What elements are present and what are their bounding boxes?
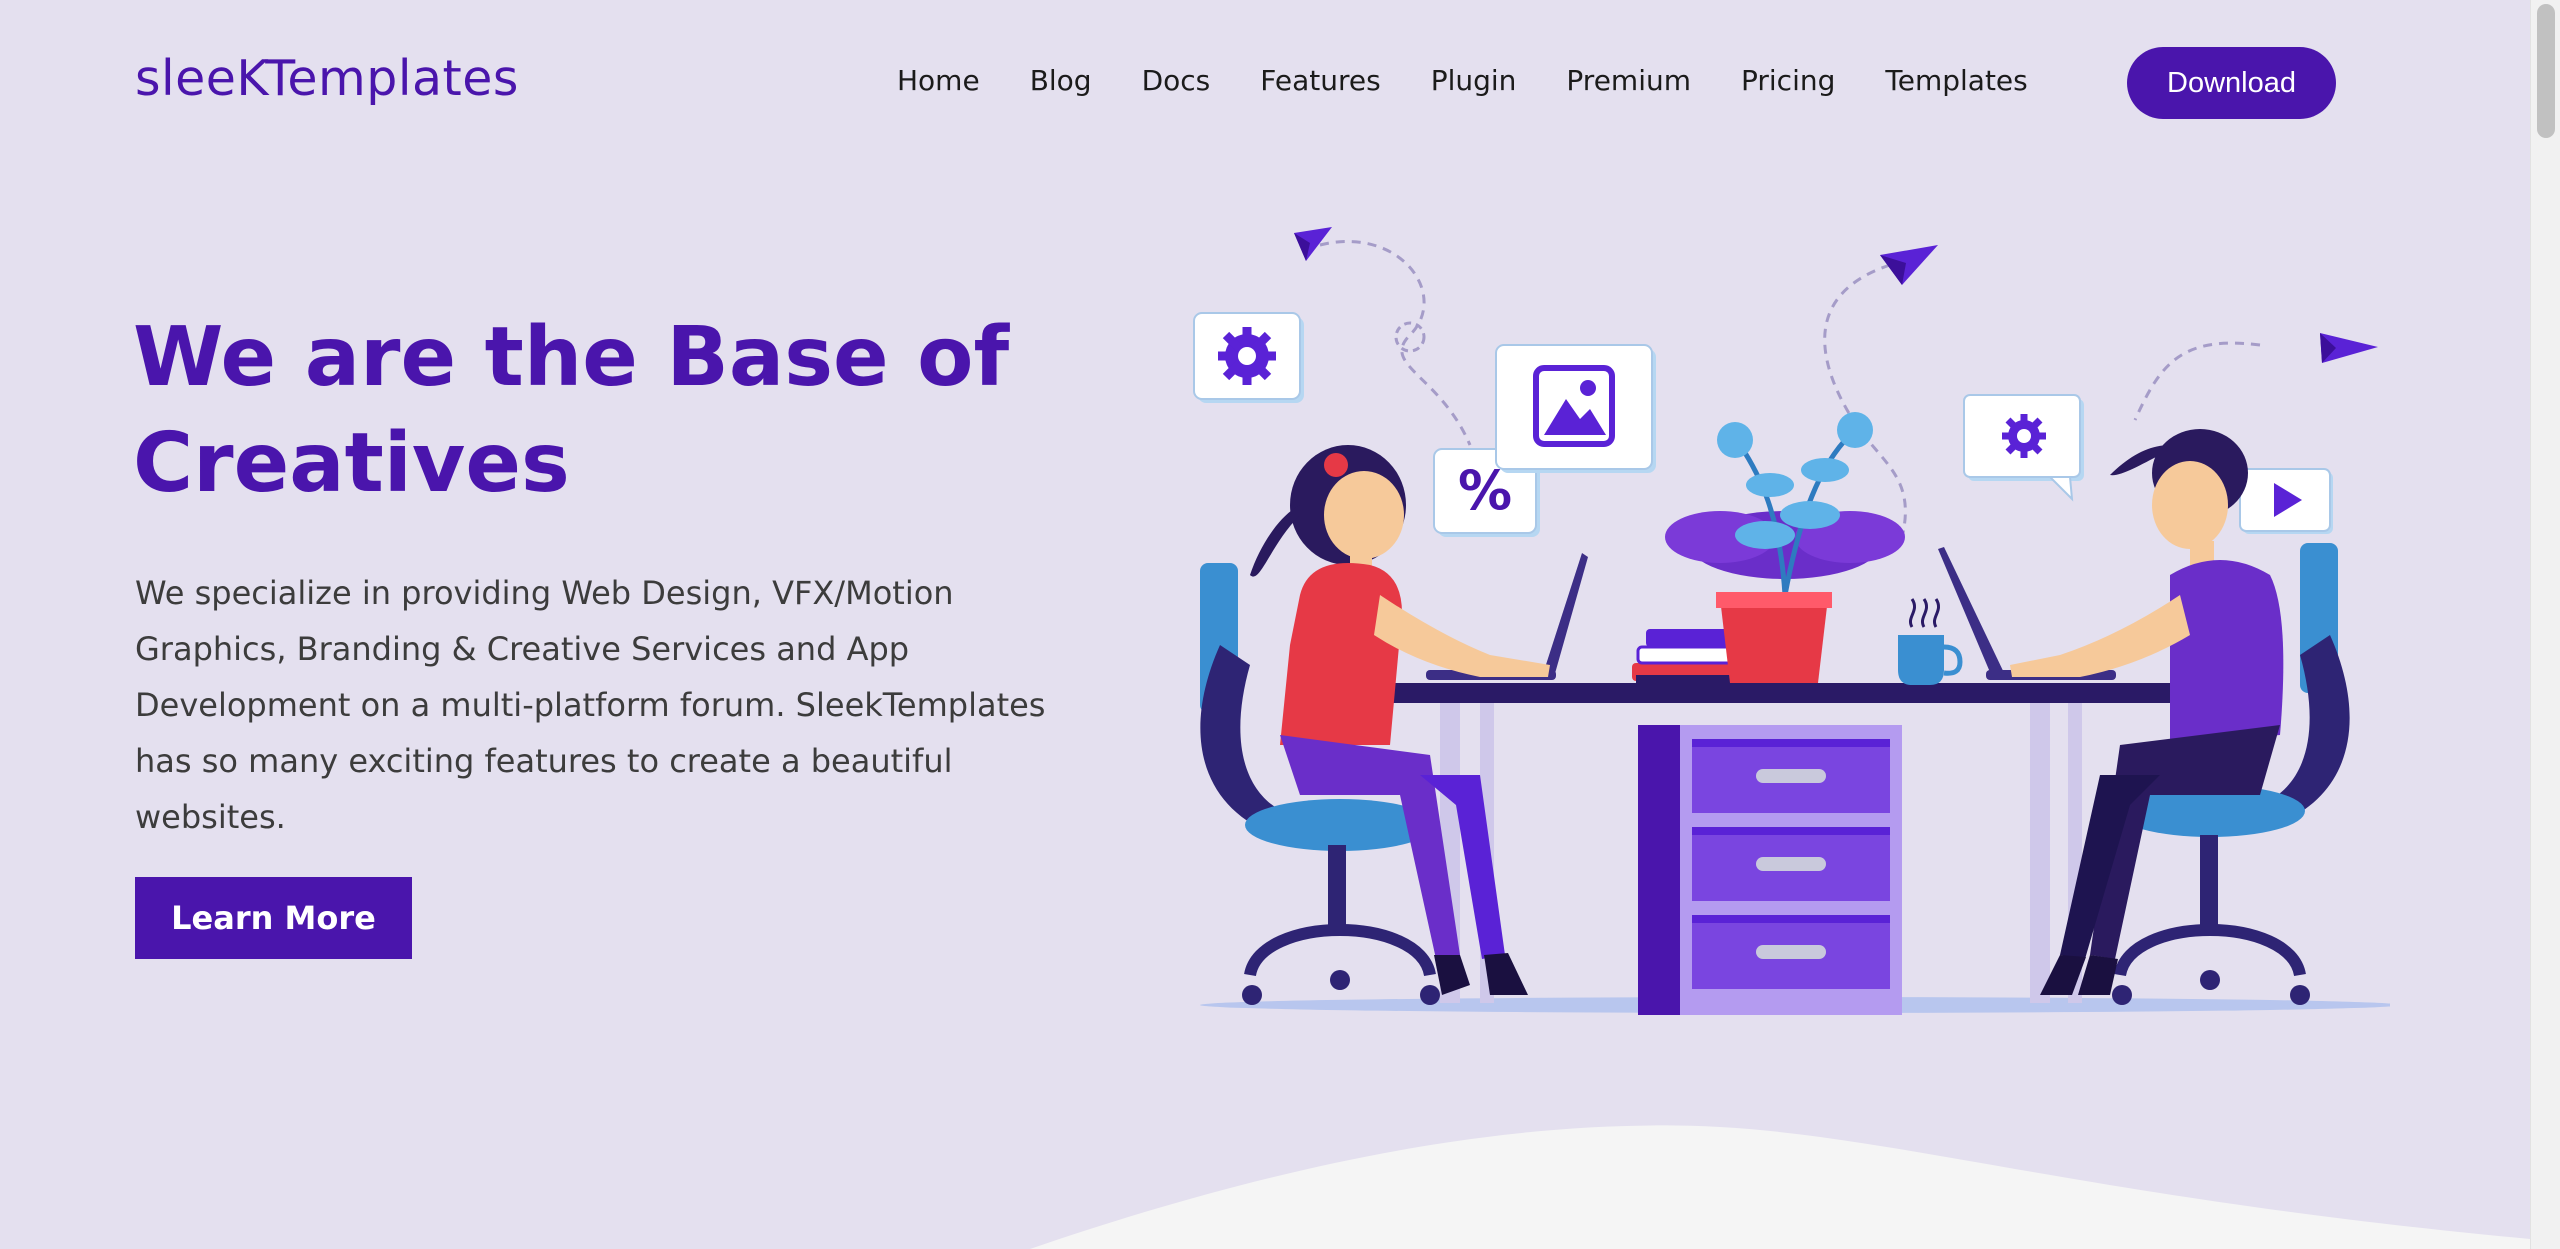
dashed-path-left bbox=[1319, 239, 1472, 446]
gear-card bbox=[1193, 312, 1304, 403]
nav-home[interactable]: Home bbox=[897, 64, 980, 97]
gear-icon bbox=[2002, 414, 2046, 458]
nav-blog[interactable]: Blog bbox=[1030, 64, 1092, 97]
coffee-cup bbox=[1898, 598, 1963, 685]
nav-pricing[interactable]: Pricing bbox=[1741, 64, 1835, 97]
main-nav: Home Blog Docs Features Plugin Premium P… bbox=[897, 64, 2078, 97]
nav-premium[interactable]: Premium bbox=[1566, 64, 1691, 97]
page-scrollbar[interactable] bbox=[2530, 0, 2560, 1249]
nav-templates[interactable]: Templates bbox=[1885, 64, 2027, 97]
nav-features[interactable]: Features bbox=[1260, 64, 1380, 97]
dashed-path-center bbox=[1823, 263, 1907, 546]
dashed-path-right bbox=[2133, 341, 2261, 421]
play-card bbox=[2239, 468, 2333, 534]
gear-bubble-card bbox=[1963, 394, 2084, 502]
paper-plane-icon bbox=[2320, 333, 2378, 363]
nav-docs[interactable]: Docs bbox=[1142, 64, 1211, 97]
image-card bbox=[1495, 344, 1656, 473]
hero-description: We specialize in providing Web Design, V… bbox=[135, 574, 1046, 836]
paper-plane-icon bbox=[1880, 245, 1938, 285]
hero-title: We are the Base of Creatives bbox=[133, 305, 1093, 517]
download-button[interactable]: Download bbox=[2127, 47, 2336, 119]
site-logo[interactable]: sleeKTemplates bbox=[135, 50, 519, 107]
hero-title-line-1: We are the Base of bbox=[133, 310, 1010, 405]
nav-plugin[interactable]: Plugin bbox=[1431, 64, 1517, 97]
bottom-wave bbox=[1030, 1125, 2530, 1249]
scrollbar-thumb[interactable] bbox=[2537, 4, 2555, 138]
page: sleeKTemplates Home Blog Docs Features P… bbox=[0, 0, 2530, 1249]
hero-title-line-2: Creatives bbox=[133, 416, 570, 511]
gear-icon bbox=[1218, 327, 1276, 385]
path-loop bbox=[1394, 321, 1426, 353]
learn-more-button[interactable]: Learn More bbox=[135, 877, 412, 959]
hero-illustration: % bbox=[1193, 227, 2390, 1015]
